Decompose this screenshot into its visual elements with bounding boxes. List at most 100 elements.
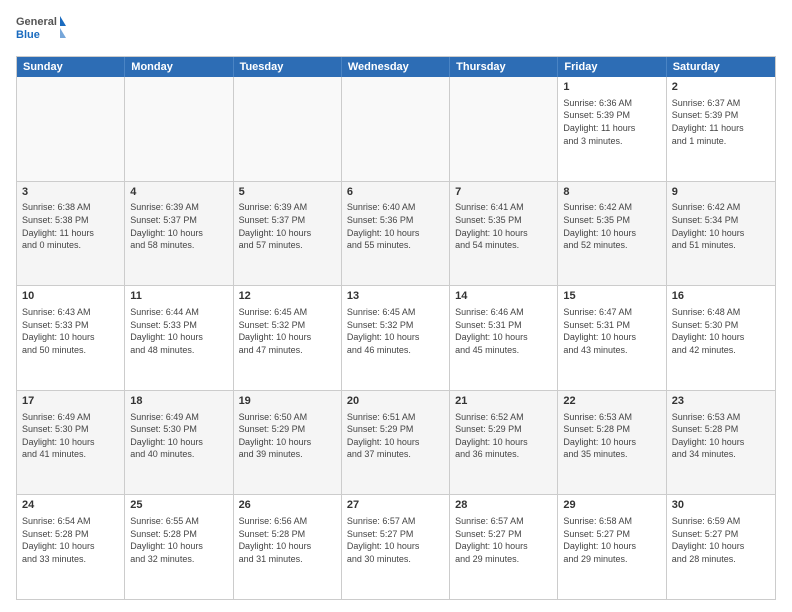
calendar-row-3: 17Sunrise: 6:49 AM Sunset: 5:30 PM Dayli… bbox=[17, 390, 775, 495]
table-row bbox=[125, 77, 233, 181]
day-number: 11 bbox=[130, 289, 227, 304]
table-row: 9Sunrise: 6:42 AM Sunset: 5:34 PM Daylig… bbox=[667, 182, 775, 286]
header-cell-friday: Friday bbox=[558, 57, 666, 77]
header-cell-wednesday: Wednesday bbox=[342, 57, 450, 77]
table-row: 18 Sunrise: 6:49 AM Sunset: 5:30 PM Dayli… bbox=[125, 391, 233, 495]
day-info: Sunrise: 6:42 AM Sunset: 5:35 PM Dayligh… bbox=[563, 201, 660, 251]
day-info: Sunrise: 6:39 AM Sunset: 5:37 PM Dayligh… bbox=[130, 201, 227, 251]
calendar: SundayMondayTuesdayWednesdayThursdayFrid… bbox=[16, 56, 776, 600]
day-number: 26 bbox=[239, 498, 336, 513]
table-row: 28 Sunrise: 6:57 AM Sunset: 5:27 PM Dayli… bbox=[450, 495, 558, 599]
day-number: 28 bbox=[455, 498, 552, 513]
day-number: 13 bbox=[347, 289, 444, 304]
day-number: 30 bbox=[672, 498, 770, 513]
table-row: 7Sunrise: 6:41 AM Sunset: 5:35 PM Daylig… bbox=[450, 182, 558, 286]
table-row: 29Sunrise: 6:58 AM Sunset: 5:27 PM Dayli… bbox=[558, 495, 666, 599]
day-info: Sunrise: 6:46 AM Sunset: 5:31 PM Dayligh… bbox=[455, 306, 552, 356]
day-number: 4 bbox=[130, 185, 227, 200]
day-number: 23 bbox=[672, 394, 770, 409]
table-row: 4Sunrise: 6:39 AM Sunset: 5:37 PM Daylig… bbox=[125, 182, 233, 286]
day-number: 16 bbox=[672, 289, 770, 304]
day-info: Sunrise: 6:43 AM Sunset: 5:33 PM Dayligh… bbox=[22, 306, 119, 356]
day-number: 19 bbox=[239, 394, 336, 409]
day-number: 9 bbox=[672, 185, 770, 200]
day-info: Sunrise: 6:56 AM Sunset: 5:28 PM Dayligh… bbox=[239, 515, 336, 565]
table-row: 24 Sunrise: 6:54 AM Sunset: 5:28 PM Dayli… bbox=[17, 495, 125, 599]
header-cell-tuesday: Tuesday bbox=[234, 57, 342, 77]
table-row: 30 Sunrise: 6:59 AM Sunset: 5:27 PM Dayli… bbox=[667, 495, 775, 599]
calendar-row-2: 10Sunrise: 6:43 AM Sunset: 5:33 PM Dayli… bbox=[17, 285, 775, 390]
day-info: Sunrise: 6:44 AM Sunset: 5:33 PM Dayligh… bbox=[130, 306, 227, 356]
table-row bbox=[450, 77, 558, 181]
day-number: 12 bbox=[239, 289, 336, 304]
table-row: 13 Sunrise: 6:45 AM Sunset: 5:32 PM Dayli… bbox=[342, 286, 450, 390]
day-info: Sunrise: 6:50 AM Sunset: 5:29 PM Dayligh… bbox=[239, 411, 336, 461]
table-row: 27 Sunrise: 6:57 AM Sunset: 5:27 PM Dayli… bbox=[342, 495, 450, 599]
table-row: 10Sunrise: 6:43 AM Sunset: 5:33 PM Dayli… bbox=[17, 286, 125, 390]
day-number: 2 bbox=[672, 80, 770, 95]
day-info: Sunrise: 6:55 AM Sunset: 5:28 PM Dayligh… bbox=[130, 515, 227, 565]
day-info: Sunrise: 6:49 AM Sunset: 5:30 PM Dayligh… bbox=[22, 411, 119, 461]
day-number: 21 bbox=[455, 394, 552, 409]
day-info: Sunrise: 6:47 AM Sunset: 5:31 PM Dayligh… bbox=[563, 306, 660, 356]
day-info: Sunrise: 6:37 AM Sunset: 5:39 PM Dayligh… bbox=[672, 97, 770, 147]
table-row: 14 Sunrise: 6:46 AM Sunset: 5:31 PM Dayli… bbox=[450, 286, 558, 390]
header-cell-thursday: Thursday bbox=[450, 57, 558, 77]
table-row: 11 Sunrise: 6:44 AM Sunset: 5:33 PM Dayli… bbox=[125, 286, 233, 390]
day-number: 22 bbox=[563, 394, 660, 409]
logo: General Blue bbox=[16, 12, 66, 48]
day-info: Sunrise: 6:41 AM Sunset: 5:35 PM Dayligh… bbox=[455, 201, 552, 251]
table-row: 5Sunrise: 6:39 AM Sunset: 5:37 PM Daylig… bbox=[234, 182, 342, 286]
day-info: Sunrise: 6:36 AM Sunset: 5:39 PM Dayligh… bbox=[563, 97, 660, 147]
table-row: 15Sunrise: 6:47 AM Sunset: 5:31 PM Dayli… bbox=[558, 286, 666, 390]
day-number: 8 bbox=[563, 185, 660, 200]
day-number: 18 bbox=[130, 394, 227, 409]
day-number: 3 bbox=[22, 185, 119, 200]
table-row bbox=[342, 77, 450, 181]
table-row: 26 Sunrise: 6:56 AM Sunset: 5:28 PM Dayli… bbox=[234, 495, 342, 599]
table-row: 20 Sunrise: 6:51 AM Sunset: 5:29 PM Dayli… bbox=[342, 391, 450, 495]
day-info: Sunrise: 6:49 AM Sunset: 5:30 PM Dayligh… bbox=[130, 411, 227, 461]
day-info: Sunrise: 6:54 AM Sunset: 5:28 PM Dayligh… bbox=[22, 515, 119, 565]
table-row: 19 Sunrise: 6:50 AM Sunset: 5:29 PM Dayli… bbox=[234, 391, 342, 495]
day-info: Sunrise: 6:57 AM Sunset: 5:27 PM Dayligh… bbox=[347, 515, 444, 565]
day-info: Sunrise: 6:59 AM Sunset: 5:27 PM Dayligh… bbox=[672, 515, 770, 565]
header-cell-monday: Monday bbox=[125, 57, 233, 77]
logo-svg: General Blue bbox=[16, 12, 66, 48]
table-row: 12Sunrise: 6:45 AM Sunset: 5:32 PM Dayli… bbox=[234, 286, 342, 390]
table-row: 3Sunrise: 6:38 AM Sunset: 5:38 PM Daylig… bbox=[17, 182, 125, 286]
day-info: Sunrise: 6:48 AM Sunset: 5:30 PM Dayligh… bbox=[672, 306, 770, 356]
day-info: Sunrise: 6:45 AM Sunset: 5:32 PM Dayligh… bbox=[347, 306, 444, 356]
table-row bbox=[17, 77, 125, 181]
table-row: 2 Sunrise: 6:37 AM Sunset: 5:39 PM Daylig… bbox=[667, 77, 775, 181]
day-number: 24 bbox=[22, 498, 119, 513]
table-row: 6Sunrise: 6:40 AM Sunset: 5:36 PM Daylig… bbox=[342, 182, 450, 286]
day-number: 7 bbox=[455, 185, 552, 200]
svg-text:Blue: Blue bbox=[16, 29, 40, 41]
day-info: Sunrise: 6:52 AM Sunset: 5:29 PM Dayligh… bbox=[455, 411, 552, 461]
table-row: 16 Sunrise: 6:48 AM Sunset: 5:30 PM Dayli… bbox=[667, 286, 775, 390]
day-info: Sunrise: 6:57 AM Sunset: 5:27 PM Dayligh… bbox=[455, 515, 552, 565]
day-number: 20 bbox=[347, 394, 444, 409]
header-cell-saturday: Saturday bbox=[667, 57, 775, 77]
day-info: Sunrise: 6:58 AM Sunset: 5:27 PM Dayligh… bbox=[563, 515, 660, 565]
table-row: 17Sunrise: 6:49 AM Sunset: 5:30 PM Dayli… bbox=[17, 391, 125, 495]
table-row: 22Sunrise: 6:53 AM Sunset: 5:28 PM Dayli… bbox=[558, 391, 666, 495]
table-row: 25Sunrise: 6:55 AM Sunset: 5:28 PM Dayli… bbox=[125, 495, 233, 599]
day-info: Sunrise: 6:42 AM Sunset: 5:34 PM Dayligh… bbox=[672, 201, 770, 251]
day-number: 14 bbox=[455, 289, 552, 304]
table-row: 23 Sunrise: 6:53 AM Sunset: 5:28 PM Dayli… bbox=[667, 391, 775, 495]
table-row: 21 Sunrise: 6:52 AM Sunset: 5:29 PM Dayli… bbox=[450, 391, 558, 495]
day-info: Sunrise: 6:51 AM Sunset: 5:29 PM Dayligh… bbox=[347, 411, 444, 461]
day-number: 27 bbox=[347, 498, 444, 513]
calendar-body: 1 Sunrise: 6:36 AM Sunset: 5:39 PM Daylig… bbox=[17, 77, 775, 599]
day-info: Sunrise: 6:40 AM Sunset: 5:36 PM Dayligh… bbox=[347, 201, 444, 251]
calendar-header: SundayMondayTuesdayWednesdayThursdayFrid… bbox=[17, 57, 775, 77]
day-number: 5 bbox=[239, 185, 336, 200]
header-cell-sunday: Sunday bbox=[17, 57, 125, 77]
day-info: Sunrise: 6:39 AM Sunset: 5:37 PM Dayligh… bbox=[239, 201, 336, 251]
day-number: 1 bbox=[563, 80, 660, 95]
page: General Blue SundayMondayTuesdayWednesda… bbox=[0, 0, 792, 612]
day-info: Sunrise: 6:53 AM Sunset: 5:28 PM Dayligh… bbox=[672, 411, 770, 461]
day-number: 6 bbox=[347, 185, 444, 200]
